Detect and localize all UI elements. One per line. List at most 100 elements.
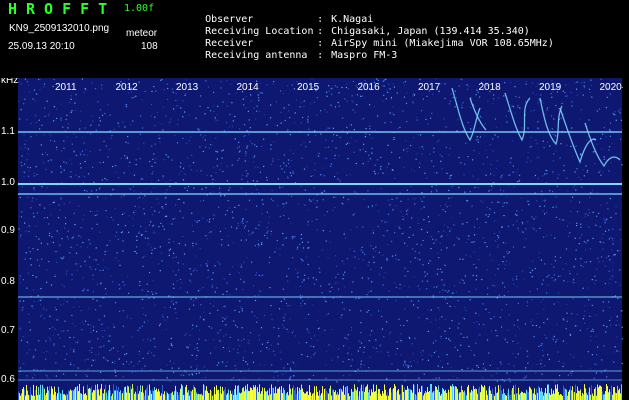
noise-dot	[565, 343, 568, 345]
noise-dot	[606, 376, 608, 378]
noise-dot	[301, 354, 303, 356]
noise-dot	[493, 94, 495, 96]
bottom-noise-streak	[207, 391, 208, 400]
bottom-noise-streak	[497, 392, 498, 400]
noise-dot	[607, 208, 609, 210]
noise-dot	[172, 303, 175, 305]
noise-dot	[183, 374, 185, 376]
noise-dot	[164, 306, 166, 309]
noise-dot	[315, 279, 317, 281]
bottom-noise-streak	[458, 393, 459, 400]
bottom-noise-streak	[456, 386, 457, 400]
noise-dot	[101, 179, 103, 181]
noise-dot	[463, 336, 465, 338]
bottom-noise-streak	[475, 388, 476, 400]
noise-dot	[371, 130, 373, 132]
noise-dot	[325, 129, 327, 131]
bottom-noise-streak	[239, 392, 240, 400]
noise-dot	[527, 200, 529, 202]
noise-dot	[300, 144, 302, 146]
noise-dot	[544, 113, 546, 115]
noise-dot	[453, 285, 456, 287]
noise-dot	[70, 111, 72, 113]
noise-dot	[531, 227, 533, 229]
noise-dot	[111, 135, 113, 137]
noise-dot	[501, 226, 503, 228]
bottom-noise-streak	[554, 393, 555, 400]
noise-dot	[266, 211, 268, 213]
bottom-noise-streak	[518, 387, 519, 400]
noise-dot	[374, 164, 376, 166]
noise-dot	[64, 320, 66, 322]
noise-dot	[243, 338, 245, 340]
noise-dot	[529, 146, 531, 149]
noise-dot	[471, 241, 473, 243]
noise-dot	[137, 329, 139, 331]
noise-dot	[551, 115, 553, 117]
noise-dot	[303, 168, 306, 170]
noise-dot	[591, 279, 593, 281]
noise-dot	[164, 319, 166, 321]
noise-dot	[588, 299, 590, 301]
noise-dot	[92, 274, 94, 276]
noise-dot	[408, 236, 410, 238]
noise-dot	[500, 361, 502, 363]
noise-dot	[248, 199, 251, 201]
noise-dot	[382, 284, 384, 286]
bottom-noise-streak	[126, 392, 127, 400]
noise-dot	[145, 314, 147, 316]
bottom-noise-streak	[255, 385, 256, 400]
noise-dot	[128, 187, 130, 189]
noise-dot	[404, 308, 406, 310]
noise-dot	[566, 144, 568, 146]
noise-dot	[314, 169, 316, 171]
bottom-noise-streak	[233, 394, 234, 400]
noise-dot	[281, 324, 283, 326]
noise-dot	[73, 364, 75, 366]
bottom-noise-streak	[78, 391, 79, 400]
noise-dot	[602, 171, 604, 173]
noise-dot	[238, 204, 240, 206]
noise-dot	[576, 225, 578, 227]
noise-dot	[114, 371, 117, 373]
bottom-noise-streak	[66, 393, 67, 400]
bottom-noise-streak	[279, 386, 280, 400]
noise-dot	[258, 334, 260, 337]
noise-dot	[97, 338, 99, 340]
bottom-noise-streak	[144, 395, 145, 400]
noise-dot	[80, 110, 82, 112]
noise-dot	[546, 235, 548, 237]
noise-dot	[344, 286, 346, 288]
noise-dot	[133, 211, 135, 213]
noise-dot	[270, 144, 272, 146]
noise-dot	[136, 239, 138, 241]
noise-dot	[409, 337, 411, 339]
noise-dot	[450, 197, 452, 199]
bottom-noise-streak	[115, 390, 116, 400]
noise-dot	[171, 88, 174, 90]
noise-dot	[60, 304, 62, 306]
noise-dot	[106, 250, 108, 252]
bottom-noise-streak	[431, 384, 432, 400]
noise-dot	[576, 88, 578, 90]
noise-dot	[49, 340, 51, 342]
noise-dot	[592, 97, 594, 99]
noise-dot	[518, 96, 520, 98]
noise-dot	[536, 157, 538, 159]
noise-dot	[275, 247, 277, 249]
noise-dot	[478, 334, 480, 336]
noise-dot	[334, 206, 336, 208]
noise-dot	[374, 250, 376, 252]
noise-dot	[164, 191, 167, 194]
noise-dot	[403, 166, 405, 168]
noise-dot	[589, 197, 591, 199]
bottom-noise-streak	[397, 390, 398, 400]
noise-dot	[604, 283, 606, 285]
noise-dot	[24, 143, 26, 145]
noise-dot	[429, 153, 431, 155]
bottom-noise-streak	[299, 387, 300, 400]
noise-dot	[186, 346, 188, 348]
noise-dot	[422, 98, 424, 100]
noise-dot	[180, 170, 182, 172]
noise-dot	[140, 225, 142, 227]
